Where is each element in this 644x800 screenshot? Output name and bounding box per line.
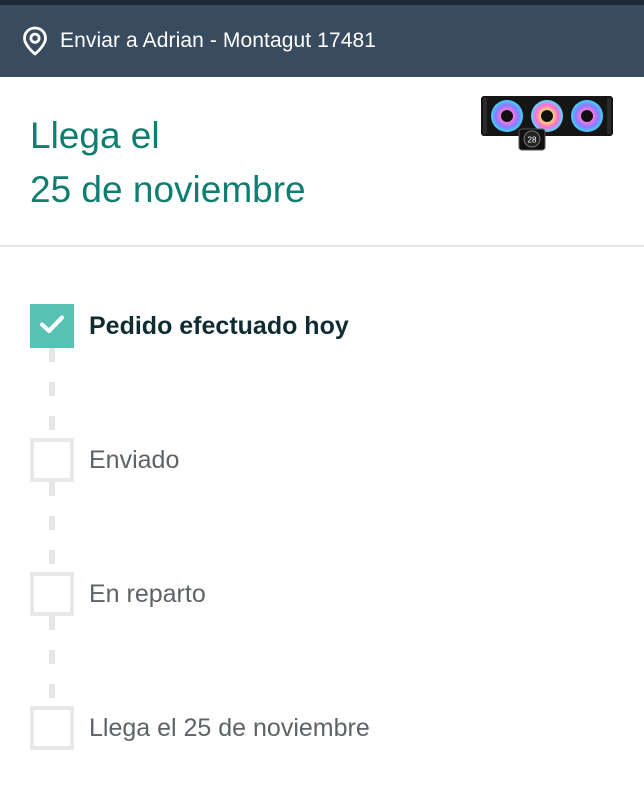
product-thumbnail[interactable]: 28 (480, 93, 616, 151)
deliver-to-text: Enviar a Adrian - Montagut 17481 (60, 29, 377, 52)
arrival-line-1: Llega el (30, 115, 160, 156)
step-label-shipped: Enviado (89, 446, 180, 474)
pump-display-value: 28 (528, 136, 537, 145)
shipment-progress-tracker: Pedido efectuado hoy Enviado En reparto … (0, 247, 644, 800)
step-checkbox-checked (30, 304, 74, 348)
step-label-out-for-delivery: En reparto (89, 580, 206, 608)
arrival-header: Llega el 25 de noviembre 28 (0, 77, 644, 245)
step-checkbox (30, 706, 74, 750)
delivery-address-bar[interactable]: Enviar a Adrian - Montagut 17481 (0, 5, 644, 77)
step-label-ordered: Pedido efectuado hoy (89, 312, 349, 340)
step-checkbox (30, 438, 74, 482)
map-pin-icon (20, 25, 50, 57)
step-label-arrives: Llega el 25 de noviembre (89, 714, 370, 742)
arrival-line-2: 25 de noviembre (30, 169, 306, 210)
progress-connector (49, 348, 55, 436)
checkmark-icon (39, 314, 65, 339)
progress-connector (49, 482, 55, 570)
progress-connector (49, 616, 55, 704)
arrival-heading: Llega el 25 de noviembre (30, 109, 306, 217)
step-checkbox (30, 572, 74, 616)
